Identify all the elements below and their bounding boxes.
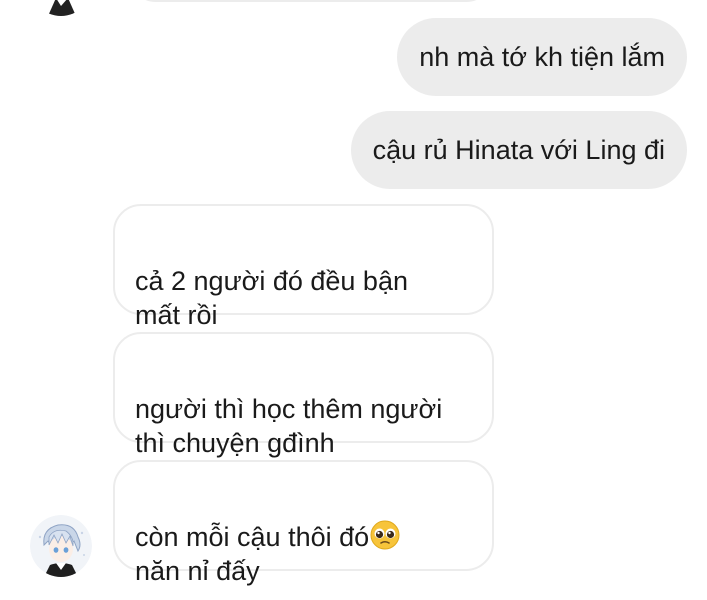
sent-message-bubble[interactable]: cậu rủ Hinata với Ling đi <box>350 111 687 189</box>
received-message-bubble[interactable]: người thì học thêm người thì chuyện gđìn… <box>113 332 494 458</box>
sender-avatar-icon[interactable] <box>30 0 92 16</box>
message-bubble-partial <box>128 0 494 2</box>
message-text-line-1: còn mỗi cậu thôi đó <box>135 522 370 552</box>
message-text: cậu rủ Hinata với Ling đi <box>372 135 665 165</box>
received-message-bubble[interactable]: cả 2 người đó đều bận mất rồi <box>113 204 494 330</box>
sent-message-bubble[interactable]: nh mà tớ kh tiện lắm <box>397 18 687 96</box>
received-message-bubble[interactable]: còn mỗi cậu thôi đó năn nỉ đấy <box>113 460 494 586</box>
message-text-line-2: năn nỉ đấy <box>135 556 260 586</box>
message-text: cả 2 người đó đều bận mất rồi <box>135 266 408 330</box>
message-text: người thì học thêm người thì chuyện gđìn… <box>135 394 443 458</box>
sender-avatar-icon[interactable] <box>30 515 92 577</box>
pleading-face-icon <box>370 520 400 550</box>
message-text: nh mà tớ kh tiện lắm <box>419 42 665 72</box>
chat-screen: { "messages": [ {"direction": "sent", "t… <box>0 0 707 600</box>
